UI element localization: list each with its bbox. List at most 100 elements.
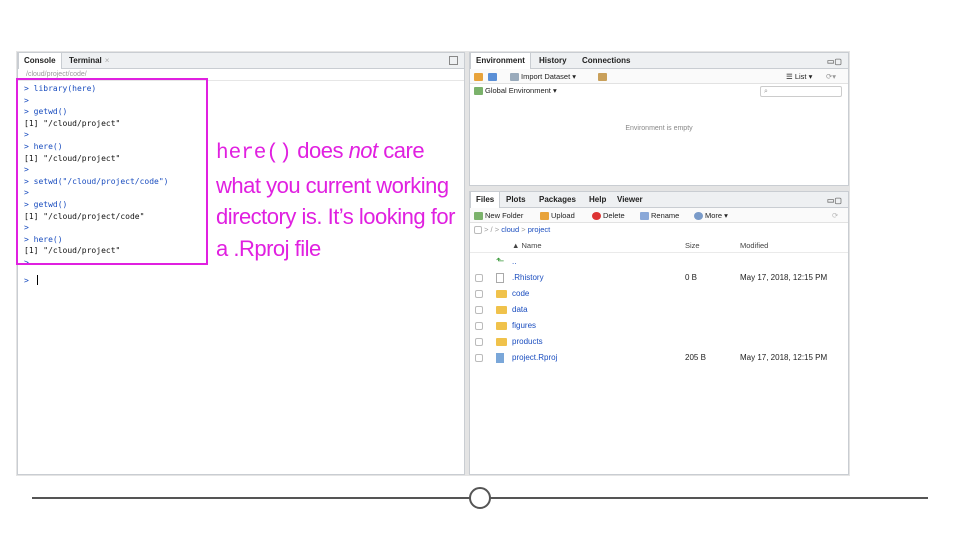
annotation-text: here() does not care what you current wo… xyxy=(216,135,471,264)
up-arrow-icon: ⬑ xyxy=(496,256,505,267)
file-checkbox[interactable] xyxy=(475,290,483,298)
env-tabbar: Environment History Connections ▭▢ xyxy=(470,53,848,69)
close-icon[interactable]: × xyxy=(105,56,110,65)
rename-label: Rename xyxy=(651,211,680,220)
env-toolbar: Import Dataset ▾ ☰ List ▾ ⟳▾ xyxy=(470,69,848,84)
tab-terminal-label: Terminal xyxy=(69,56,102,65)
file-checkbox[interactable] xyxy=(475,338,483,346)
rename-button[interactable]: Rename xyxy=(640,208,679,223)
tab-terminal[interactable]: Terminal × xyxy=(64,53,114,69)
import-dataset-label: Import Dataset xyxy=(521,72,571,81)
tab-environment[interactable]: Environment xyxy=(470,53,531,69)
open-icon[interactable] xyxy=(474,69,485,84)
tab-history[interactable]: History xyxy=(534,53,572,69)
file-row[interactable]: products xyxy=(470,334,848,350)
maximize-icon[interactable] xyxy=(449,56,458,65)
file-name[interactable]: products xyxy=(512,334,543,350)
refresh-icon[interactable]: ⟳ xyxy=(832,208,838,223)
breadcrumb-separator: > xyxy=(521,225,526,234)
file-name[interactable]: .Rhistory xyxy=(512,270,544,286)
file-modified: May 17, 2018, 12:15 PM xyxy=(740,273,828,282)
breadcrumb: > / > cloud > project xyxy=(474,224,550,236)
slide-progress-knob xyxy=(469,487,491,509)
console-line: > xyxy=(24,275,169,287)
file-row[interactable]: project.Rproj 205 B May 17, 2018, 12:15 PM xyxy=(470,350,848,366)
column-modified[interactable]: Modified xyxy=(740,241,768,250)
files-table-header: ▲ Name Size Modified xyxy=(470,239,848,253)
tab-viewer[interactable]: Viewer xyxy=(612,192,648,208)
annotation-code: here() xyxy=(216,142,292,165)
search-icon: ⌕ xyxy=(764,88,768,95)
breadcrumb-project[interactable]: project xyxy=(528,225,551,234)
rename-icon xyxy=(640,212,649,221)
file-row[interactable]: .Rhistory 0 B May 17, 2018, 12:15 PM xyxy=(470,270,848,286)
upload-button[interactable]: Upload xyxy=(540,208,575,223)
file-name[interactable]: figures xyxy=(512,318,536,334)
refresh-icon[interactable]: ⟳▾ xyxy=(826,69,836,84)
tab-files[interactable]: Files xyxy=(470,192,501,208)
file-checkbox[interactable] xyxy=(475,274,483,282)
column-size[interactable]: Size xyxy=(685,241,700,250)
tab-console[interactable]: Console xyxy=(18,53,62,69)
rproj-file-icon xyxy=(496,353,504,363)
file-checkbox[interactable] xyxy=(475,306,483,314)
broom-icon[interactable] xyxy=(598,69,609,84)
file-name[interactable]: data xyxy=(512,302,528,318)
tab-console-label: Console xyxy=(24,56,56,65)
parent-directory-link[interactable]: .. xyxy=(512,254,516,270)
tab-history-label: History xyxy=(539,56,567,65)
minimize-maximize-icon[interactable]: ▭▢ xyxy=(827,57,842,66)
tab-help-label: Help xyxy=(589,195,607,204)
folder-icon xyxy=(496,306,507,314)
console-cursor[interactable] xyxy=(36,275,38,285)
tab-environment-label: Environment xyxy=(476,56,525,65)
file-size: 0 B xyxy=(685,273,698,282)
file-name[interactable]: code xyxy=(512,286,529,302)
file-name[interactable]: project.Rproj xyxy=(512,350,557,366)
more-label: More xyxy=(705,211,723,220)
file-modified: May 17, 2018, 12:15 PM xyxy=(740,353,828,362)
breadcrumb-cloud[interactable]: cloud xyxy=(501,225,519,234)
upload-icon xyxy=(540,212,549,221)
tab-packages-label: Packages xyxy=(539,195,576,204)
minimize-maximize-icon[interactable]: ▭▢ xyxy=(827,196,842,205)
view-list-button[interactable]: ☰ List ▾ xyxy=(786,69,812,84)
more-button[interactable]: More ▾ xyxy=(694,208,728,223)
file-checkbox[interactable] xyxy=(475,322,483,330)
file-row[interactable]: code xyxy=(470,286,848,302)
tab-help[interactable]: Help xyxy=(584,192,611,208)
file-checkbox[interactable] xyxy=(475,354,483,362)
upload-label: Upload xyxy=(551,211,575,220)
file-row[interactable]: figures xyxy=(470,318,848,334)
new-folder-label: New Folder xyxy=(485,211,524,220)
folder-icon xyxy=(496,290,507,298)
file-row[interactable]: data xyxy=(470,302,848,318)
tab-connections-label: Connections xyxy=(582,56,631,65)
import-dataset-button[interactable]: Import Dataset ▾ xyxy=(510,69,576,84)
tab-plots[interactable]: Plots xyxy=(501,192,531,208)
tab-plots-label: Plots xyxy=(506,195,526,204)
file-size: 205 B xyxy=(685,353,706,362)
environment-icon xyxy=(474,87,483,96)
column-name-label: Name xyxy=(521,241,542,250)
breadcrumb-separator: > / > xyxy=(484,225,500,234)
delete-label: Delete xyxy=(603,211,625,220)
environment-search-input[interactable]: ⌕ xyxy=(760,86,842,97)
environment-selector[interactable]: Global Environment ▾ xyxy=(474,85,557,97)
gear-icon xyxy=(694,212,703,221)
column-name[interactable]: ▲ Name xyxy=(512,241,542,250)
files-toolbar: New Folder Upload Delete Rename More ▾ ⟳ xyxy=(470,208,848,223)
new-folder-icon xyxy=(474,212,483,221)
delete-button[interactable]: Delete xyxy=(592,208,625,223)
parent-directory-row[interactable]: ⬑ .. xyxy=(470,254,848,270)
new-folder-button[interactable]: New Folder xyxy=(474,208,523,223)
environment-empty-message: Environment is empty xyxy=(625,125,693,132)
tab-connections[interactable]: Connections xyxy=(577,53,635,69)
annotation-text-1: does xyxy=(291,138,349,163)
tab-packages[interactable]: Packages xyxy=(534,192,581,208)
folder-icon xyxy=(496,322,507,330)
console-tabbar: Console Terminal × xyxy=(18,53,464,69)
select-all-checkbox[interactable] xyxy=(474,226,482,235)
highlight-box xyxy=(16,78,208,265)
save-icon[interactable] xyxy=(488,69,499,84)
